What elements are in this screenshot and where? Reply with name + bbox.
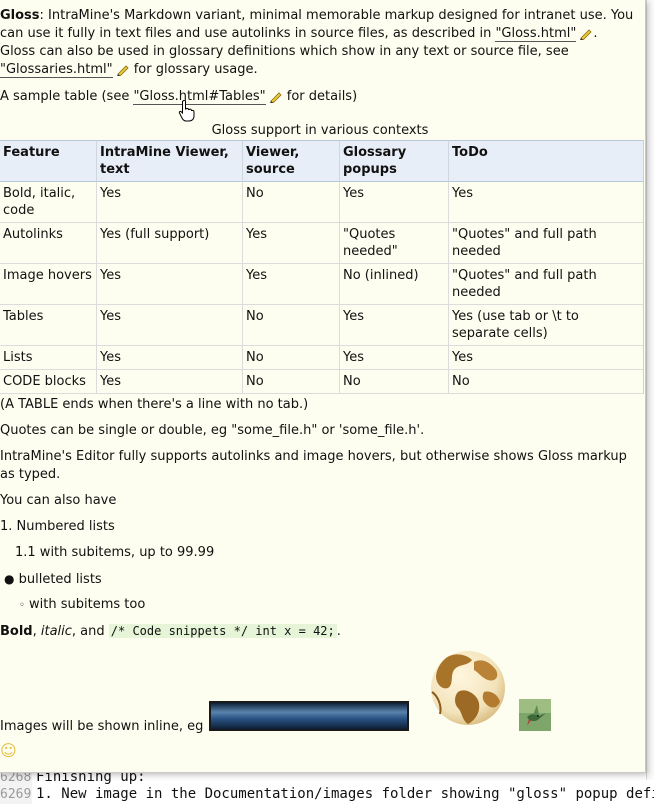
sample-text: A sample table (see — [0, 89, 134, 104]
editor-scroll-edge[interactable] — [646, 0, 654, 780]
separator: , — [32, 624, 41, 639]
table-cell: Tables — [0, 305, 97, 346]
pencil-edit-icon[interactable] — [116, 64, 130, 76]
table-row: Lists Yes No Yes Yes — [0, 346, 644, 370]
separator: . — [336, 624, 341, 639]
table-cell: Yes — [243, 264, 340, 305]
table-cell: "Quotes needed" — [340, 223, 449, 264]
gloss-tables-link[interactable]: "Gloss.html#Tables" — [133, 89, 266, 105]
table-cell: Yes — [97, 305, 243, 346]
table-cell: No (inlined) — [340, 264, 449, 305]
italic-example: italic — [40, 624, 72, 639]
bold-example: Bold — [0, 624, 33, 639]
table-cell: Bold, italic, code — [0, 182, 97, 223]
table-header-row: Feature IntraMine Viewer, text Viewer, s… — [0, 140, 644, 182]
table-row: Autolinks Yes (full support) Yes "Quotes… — [0, 223, 644, 264]
header-feature: Feature — [0, 140, 97, 182]
line-number: 6269 — [0, 787, 32, 804]
table-cell: Yes — [449, 346, 644, 370]
table-row: Bold, italic, code Yes No Yes Yes — [0, 182, 644, 223]
intro-line-4: "Glossaries.html" for glossary usage. — [0, 61, 640, 79]
hummingbird-image — [519, 699, 551, 731]
bullet-circle-icon: ◦ — [19, 600, 25, 611]
intro-text: . — [593, 26, 598, 41]
pencil-edit-icon[interactable] — [579, 28, 593, 40]
intro-text: for glossary usage. — [129, 62, 258, 77]
formatting-example: Bold, italic, and /* Code snippets */ in… — [0, 622, 640, 641]
intro-line-3: Gloss can also be used in glossary defin… — [0, 44, 569, 59]
table-row: Image hovers Yes Yes No (inlined) "Quote… — [0, 264, 644, 305]
table-cell: No — [449, 370, 644, 394]
intro-text: : IntraMine's Markdown variant, minimal … — [39, 8, 634, 23]
table-end-note: (A TABLE ends when there's a line with n… — [0, 397, 309, 412]
gloss-support-table: Feature IntraMine Viewer, text Viewer, s… — [0, 140, 644, 394]
bullet-sub-text: with subitems too — [29, 597, 146, 612]
editor-note-2: as typed. — [0, 467, 61, 482]
intro-text: can use it fully in text files and use a… — [0, 26, 496, 41]
table-cell: No — [340, 370, 449, 394]
glossaries-html-link[interactable]: "Glossaries.html" — [0, 62, 113, 78]
table-cell: Yes (full support) — [97, 223, 243, 264]
table-cell: Yes — [97, 182, 243, 223]
golden-globe-image — [431, 651, 505, 725]
table-cell: No — [243, 346, 340, 370]
table-cell: No — [243, 182, 340, 223]
table-row: CODE blocks Yes No No No — [0, 370, 644, 394]
numbered-subitem: 1.1 with subitems, up to 99.99 — [15, 545, 215, 560]
pencil-edit-icon[interactable] — [269, 91, 283, 103]
table-cell: "Quotes" and full path needed — [449, 223, 644, 264]
gloss-term: Gloss — [0, 8, 40, 23]
bullet-dot-icon: ● — [4, 572, 15, 586]
bullet-list-item: ● bulleted lists — [4, 570, 644, 589]
editor-note-1: IntraMine's Editor fully supports autoli… — [0, 449, 627, 464]
numbered-list-item: 1. Numbered lists — [0, 519, 115, 534]
header-viewer-source: Viewer, source — [243, 140, 340, 182]
bullet-subitem: ◦ with subitems too — [19, 596, 645, 615]
table-cell: Yes — [449, 182, 644, 223]
table-cell: Yes — [340, 305, 449, 346]
table-cell: Image hovers — [0, 264, 97, 305]
table-cell: Yes — [97, 370, 243, 394]
table-cell: No — [243, 370, 340, 394]
table-cell: Yes — [97, 346, 243, 370]
table-cell: Yes — [97, 264, 243, 305]
quotes-note: Quotes can be single or double, eg "some… — [0, 423, 425, 438]
table-cell: Yes — [340, 182, 449, 223]
table-cell: Yes — [340, 346, 449, 370]
header-glossary-popups: Glossary popups — [340, 140, 449, 182]
table-cell: Autolinks — [0, 223, 97, 264]
you-can-also-have: You can also have — [0, 493, 117, 508]
bullet-text: bulleted lists — [18, 572, 102, 587]
code-snippet: /* Code snippets */ int x = 42; — [108, 624, 337, 638]
separator: , and — [71, 624, 109, 639]
table-cell: Yes — [243, 223, 340, 264]
intro-line-1: Gloss: IntraMine's Markdown variant, min… — [0, 7, 640, 25]
table-cell: CODE blocks — [0, 370, 97, 394]
header-todo: ToDo — [449, 140, 644, 182]
table-cell: Lists — [0, 346, 97, 370]
table-cell: Yes (use tab or \t to separate cells) — [449, 305, 644, 346]
sample-table-line: A sample table (see "Gloss.html#Tables" … — [0, 88, 640, 106]
sample-text: for details) — [282, 89, 358, 104]
code-line[interactable]: 1. New image in the Documentation/images… — [36, 786, 654, 802]
blue-bar-image — [209, 701, 409, 731]
table-caption: Gloss support in various contexts — [211, 123, 429, 138]
smiley-icon: ☺ — [0, 741, 17, 760]
table-cell: No — [243, 305, 340, 346]
header-intramine-viewer-text: IntraMine Viewer, text — [97, 140, 243, 182]
gloss-html-link[interactable]: "Gloss.html" — [495, 26, 577, 42]
intro-line-2: can use it fully in text files and use a… — [0, 25, 640, 43]
glossary-popup: Gloss: IntraMine's Markdown variant, min… — [0, 0, 646, 773]
table-cell: "Quotes" and full path needed — [449, 264, 644, 305]
hand-cursor-icon — [178, 100, 195, 122]
table-row: Tables Yes No Yes Yes (use tab or \t to … — [0, 305, 644, 346]
